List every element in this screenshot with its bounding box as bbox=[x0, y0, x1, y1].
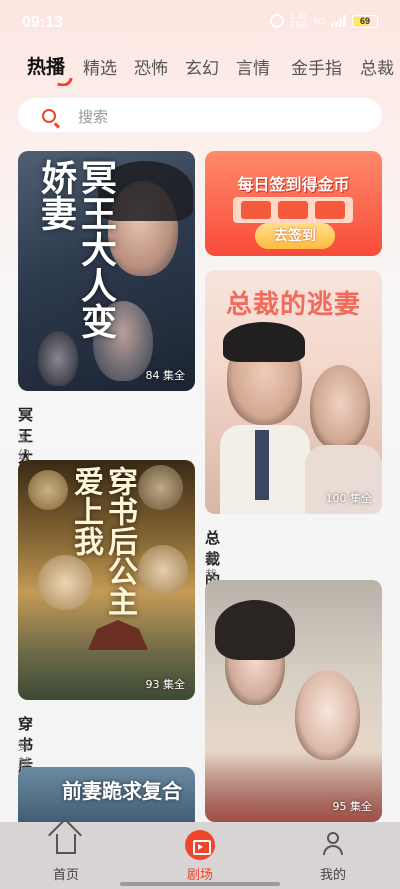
poster-title: 前妻跪求复合 bbox=[62, 779, 182, 803]
checkin-button[interactable]: 去签到 bbox=[255, 223, 335, 249]
poster-hair bbox=[223, 322, 305, 362]
battery-icon: 69 bbox=[352, 14, 378, 28]
mine-icon bbox=[323, 832, 343, 856]
drama-genre: 玄幻 bbox=[18, 431, 31, 462]
signal-icon bbox=[331, 15, 346, 27]
alarm-icon bbox=[270, 14, 285, 28]
nav-mine-label: 我的 bbox=[319, 868, 346, 883]
drama-poster[interactable]: 冥王大人变娇妻 84 集全 bbox=[18, 151, 195, 391]
poster-palace bbox=[88, 620, 148, 650]
tab-active-indicator bbox=[57, 75, 73, 86]
checkin-title: 每日签到得金币 bbox=[237, 175, 350, 194]
drama-genre: 穿越 bbox=[18, 739, 31, 770]
poster-bubble bbox=[138, 545, 188, 595]
search-bar[interactable]: 搜索 bbox=[18, 98, 382, 132]
tab-horror[interactable]: 恐怖 bbox=[134, 54, 168, 79]
poster-title: 总裁的逃妻 bbox=[225, 290, 361, 320]
drama-poster[interactable]: 前妻跪求复合 bbox=[18, 767, 195, 827]
poster-bubble bbox=[28, 470, 68, 510]
episode-count: 84 集全 bbox=[145, 369, 186, 382]
tab-featured[interactable]: 精选 bbox=[83, 54, 117, 79]
poster-figure-2 bbox=[310, 365, 370, 450]
episode-count: 95 集全 bbox=[332, 800, 373, 813]
status-bar: 09:13 1.40 KB/s 5G 69 bbox=[0, 0, 400, 44]
poster-bubble bbox=[138, 465, 183, 510]
drama-genre: 总裁 bbox=[205, 551, 218, 582]
poster-tie bbox=[255, 430, 269, 500]
network-type: 5G bbox=[312, 16, 325, 26]
episode-count: 100 集全 bbox=[325, 492, 373, 505]
poster-hair bbox=[215, 600, 295, 660]
tab-fantasy[interactable]: 玄幻 bbox=[185, 54, 219, 79]
poster-figure-2 bbox=[295, 670, 360, 760]
poster-title: 冥王大人变娇妻 bbox=[35, 159, 117, 339]
drama-poster[interactable]: 总裁的逃妻 100 集全 bbox=[205, 270, 382, 514]
home-icon bbox=[56, 834, 76, 854]
network-speed: 1.40 KB/s bbox=[290, 12, 307, 29]
bottom-nav: 首页 剧场 我的 bbox=[0, 822, 400, 889]
drama-icon bbox=[185, 830, 215, 860]
coin-coupons-image bbox=[233, 197, 353, 223]
home-indicator[interactable] bbox=[120, 882, 280, 886]
nav-home-label: 首页 bbox=[52, 868, 79, 883]
poster-title: 穿书后公主爱上我 bbox=[68, 466, 137, 616]
search-icon bbox=[42, 109, 56, 123]
episode-count: 93 集全 bbox=[145, 678, 186, 691]
category-tabs: 热播 精选 恐怖 玄幻 言情 金手指 总裁 bbox=[0, 52, 400, 86]
search-input[interactable]: 搜索 bbox=[78, 106, 108, 127]
drama-poster[interactable]: 穿书后公主爱上我 93 集全 bbox=[18, 460, 195, 700]
status-icons: 1.40 KB/s 5G 69 bbox=[270, 13, 378, 29]
checkin-banner[interactable]: 每日签到得金币 去签到 bbox=[205, 151, 382, 256]
tab-ceo[interactable]: 总裁 bbox=[360, 54, 394, 79]
tab-golden-finger[interactable]: 金手指 bbox=[291, 54, 342, 79]
nav-drama-label: 剧场 bbox=[186, 868, 213, 883]
tab-romance[interactable]: 言情 bbox=[236, 54, 270, 79]
drama-poster[interactable]: 95 集全 bbox=[205, 580, 382, 822]
status-time: 09:13 bbox=[22, 14, 63, 31]
